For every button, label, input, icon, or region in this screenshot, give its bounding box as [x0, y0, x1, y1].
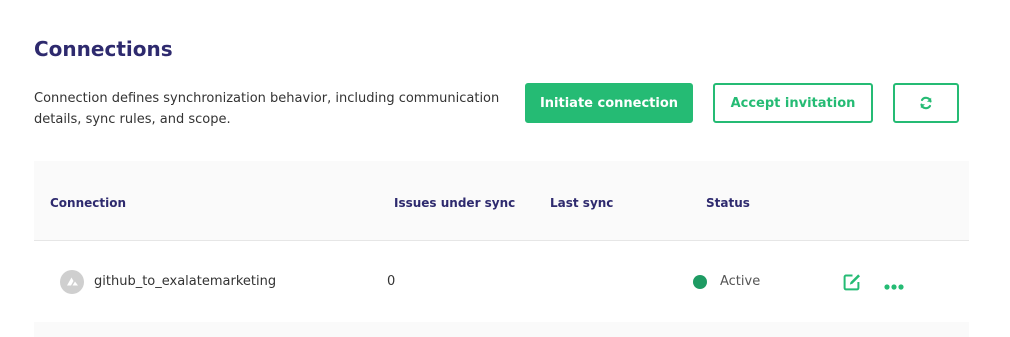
status-indicator-dot [693, 275, 707, 289]
column-header-status: Status [706, 196, 750, 210]
issues-under-sync-value: 0 [387, 274, 396, 289]
connection-avatar-icon [60, 270, 84, 294]
status-text: Active [720, 274, 761, 289]
connections-table: Connection Issues under sync Last sync S… [34, 161, 969, 337]
column-header-last-sync: Last sync [550, 196, 614, 210]
column-header-issues-under-sync: Issues under sync [394, 196, 516, 210]
table-header: Connection Issues under sync Last sync S… [34, 161, 969, 241]
accept-invitation-button[interactable]: Accept invitation [713, 83, 873, 123]
refresh-icon [920, 96, 932, 110]
column-header-connection: Connection [50, 196, 127, 210]
refresh-button[interactable] [893, 83, 959, 123]
table-row: github_to_exalatemarketing 0 Active [34, 241, 969, 322]
more-options-icon[interactable] [884, 276, 904, 295]
page-title: Connections [34, 37, 173, 61]
page-description: Connection defines synchronization behav… [34, 91, 500, 127]
edit-icon[interactable] [843, 273, 861, 295]
initiate-connection-button[interactable]: Initiate connection [525, 83, 693, 123]
connection-name[interactable]: github_to_exalatemarketing [94, 274, 276, 289]
